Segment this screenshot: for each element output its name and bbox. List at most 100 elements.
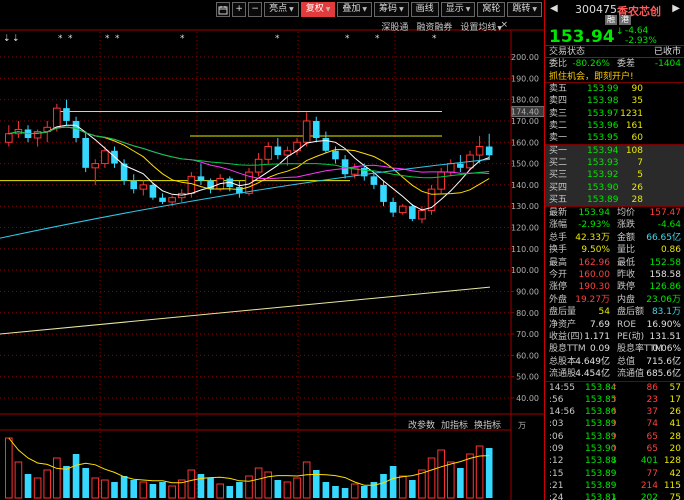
volume-bar — [264, 471, 273, 499]
next-stock-icon[interactable]: ▶ — [672, 3, 680, 14]
candle-body — [130, 180, 138, 190]
bid-row[interactable]: 买五 153.89 28 — [545, 193, 684, 207]
stat-label: 换手 — [549, 245, 568, 256]
stat-value: 0.09 — [589, 344, 610, 355]
level-label: 卖四 — [549, 96, 568, 107]
ask-row[interactable]: 卖三 153.97 1231 — [545, 108, 684, 120]
volume-bar — [236, 482, 243, 498]
stat-label: 均价 — [617, 208, 636, 219]
stat-value: 1.171 — [584, 331, 610, 342]
vol-tab-edit-params[interactable]: 改参数 — [408, 418, 435, 431]
minus-icon-glyph: − — [251, 4, 259, 14]
close-icon[interactable]: × — [500, 20, 508, 30]
kline-chart-pane[interactable]: 200.00 190.00 180.00 170.00 160.00 150.00 140.… — [0, 0, 544, 500]
last-price: 153.94 — [549, 27, 615, 47]
subtab-hk-connect[interactable]: 深股通 — [381, 20, 408, 33]
volume-bar — [5, 437, 13, 499]
toolbar-button-5[interactable]: 叠加 ▼ — [337, 2, 373, 17]
candle-body — [389, 201, 397, 213]
candle-body — [475, 146, 484, 156]
volume-bar — [389, 466, 397, 498]
level-label: 买五 — [549, 194, 568, 205]
event-marker-icon: * — [375, 34, 380, 44]
tick-count: 128 — [663, 456, 681, 467]
vol-tab-switch-indicator[interactable]: 换指标 — [474, 418, 501, 431]
tick-price: 153.89 — [585, 468, 617, 479]
tick-time: :06 — [549, 431, 564, 442]
level-volume: 7 — [637, 158, 643, 169]
subtab-margin[interactable]: 融资融券 — [416, 20, 452, 33]
volume-bar — [332, 486, 339, 498]
tick-direction-icon: ↑ — [611, 444, 618, 453]
bid-row[interactable]: 买二 153.93 7 — [545, 157, 684, 170]
tick-list[interactable]: 14:55 153.84 ↑ 86 57:56 153.85 ↑ 23 17 14:56 153.8… — [545, 382, 684, 500]
bid-row[interactable]: 买三 153.92 5 — [545, 169, 684, 182]
subtab-ma-settings[interactable]: 设置均线▼ — [460, 20, 502, 33]
plus-icon[interactable]: + — [232, 2, 247, 17]
candle-body — [370, 176, 378, 185]
ask-row[interactable]: 卖五 153.99 90 — [545, 83, 684, 95]
tick-price: 153.89 — [585, 480, 617, 491]
y-axis-tick-label: 170.00 — [511, 117, 539, 126]
ask-row[interactable]: 卖二 153.96 161 — [545, 120, 684, 132]
tick-direction-icon: ↑ — [611, 394, 618, 404]
toolbar-button-9[interactable]: 窝轮 — [477, 2, 506, 17]
volume-bar — [207, 478, 214, 498]
level-price: 153.92 — [587, 170, 619, 181]
ask-row[interactable]: 卖一 153.95 60 — [545, 132, 684, 144]
badge-margin: 融 — [605, 15, 617, 25]
tick-time: :12 — [549, 456, 564, 467]
stat-label: PE(动) — [617, 331, 645, 342]
calendar-icon[interactable] — [216, 2, 231, 17]
toolbar-button-6[interactable]: 筹码 ▼ — [374, 2, 409, 17]
stat-label: 总股本 — [549, 356, 577, 367]
candle-body — [139, 184, 148, 190]
stat-label: 流通值 — [617, 369, 645, 380]
vol-tab-add-indicator[interactable]: 加指标 — [441, 418, 468, 431]
y-axis-tick-label: 190.00 — [511, 74, 539, 83]
bid-row[interactable]: 买四 153.90 26 — [545, 181, 684, 194]
prev-stock-icon[interactable]: ◀ — [550, 3, 558, 14]
stat-value: 7.69 — [589, 319, 610, 330]
candle-body — [168, 197, 176, 203]
tick-row: :24 153.81 ↓ 202 75 — [545, 492, 684, 500]
toolbar-button-3[interactable]: 亮点 ▼ — [264, 2, 299, 17]
promo-row[interactable]: 抓住机会，即刻开户! — [545, 71, 684, 84]
minus-icon[interactable]: − — [248, 2, 263, 17]
y-axis-tick-label: 120.00 — [511, 224, 539, 233]
ask-row[interactable]: 卖四 153.98 35 — [545, 95, 684, 107]
stat-label: 总值 — [617, 356, 636, 367]
y-axis-tick-label: 40.00 — [516, 394, 539, 403]
volume-bar — [14, 461, 23, 499]
event-marker-icon: * — [432, 34, 437, 44]
stat-value: 157.47 — [649, 208, 682, 219]
stat-label: 跌停 — [617, 282, 636, 293]
tick-row: :06 153.89 ↑ 65 28 — [545, 431, 684, 443]
volume-bar — [187, 469, 196, 499]
stat-value: 160.00 — [578, 270, 611, 280]
open-account-link[interactable]: 抓住机会，即刻开户! — [549, 71, 634, 83]
tick-row: :03 153.89 ↑ 74 41 — [545, 418, 684, 430]
tick-time: :09 — [549, 444, 564, 454]
tick-time: :15 — [549, 468, 564, 479]
tick-volume: 23 — [646, 394, 658, 405]
toolbar-button-10[interactable]: 跳转 ▼ — [507, 2, 542, 17]
toolbar-button-8[interactable]: 显示 ▼ — [440, 2, 476, 17]
event-marker-icon: * — [105, 34, 110, 44]
y-axis-tick-label: 150.00 — [511, 160, 539, 169]
level-volume: 5 — [637, 170, 643, 181]
y-axis-tick-label: 100.00 — [511, 266, 539, 275]
toolbar-button-7[interactable]: 画线 — [410, 2, 439, 17]
volume-bar — [466, 453, 474, 499]
stat-row: 股息TTM 0.09 股息率TTM 0.06% — [545, 343, 684, 355]
chevron-down-icon: ▼ — [532, 6, 537, 13]
bid-row[interactable]: 买一 153.94 108 — [545, 145, 684, 158]
stat-row: 换手 9.50% 量比 0.86 — [545, 244, 684, 256]
candle-body — [322, 137, 330, 151]
stat-value: 152.58 — [649, 257, 682, 268]
volume-bar — [101, 479, 109, 499]
toolbar-button-4[interactable]: 复权 ▼ — [300, 2, 336, 17]
volume-bar — [91, 477, 100, 499]
stat-row: 总手 42.33万 金额 66.65亿 — [545, 232, 684, 244]
stat-row: 涨停 190.30 跌停 126.86 — [545, 281, 684, 293]
